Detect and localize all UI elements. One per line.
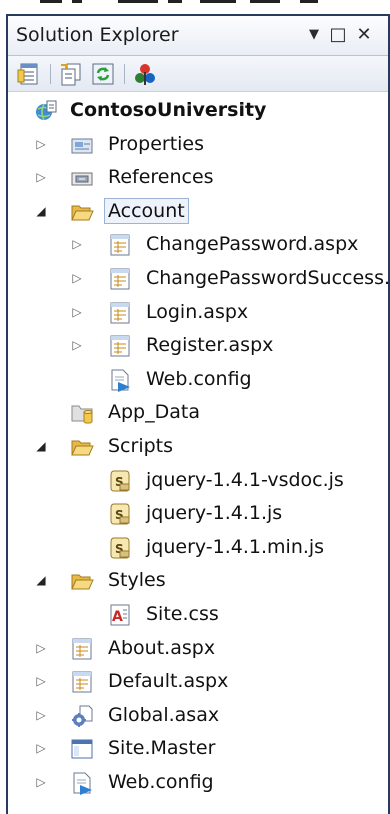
solution-explorer-panel: Solution Explorer ▼ □ ✕ ContosoUniversit… bbox=[6, 14, 390, 814]
screenshot-frame: Solution Explorer ▼ □ ✕ ContosoUniversit… bbox=[0, 0, 390, 814]
tree-item[interactable]: Web.config bbox=[8, 363, 388, 396]
tree-item-label: Account bbox=[104, 197, 189, 224]
tree-item[interactable]: Sjquery-1.4.1.min.js bbox=[8, 531, 388, 564]
tree-item-label: Web.config bbox=[146, 367, 252, 390]
global-asax-icon bbox=[70, 704, 94, 728]
tree-item-label: App_Data bbox=[108, 401, 200, 424]
panel-title-bar: Solution Explorer ▼ □ ✕ bbox=[8, 16, 388, 56]
tree-item-label: jquery-1.4.1.js bbox=[146, 502, 283, 525]
script-file-icon: S bbox=[108, 536, 132, 560]
dropdown-arrow-icon[interactable]: ▼ bbox=[304, 23, 324, 47]
refresh-icon bbox=[92, 63, 114, 85]
close-icon[interactable]: ✕ bbox=[354, 23, 374, 47]
class-view-icon bbox=[135, 64, 155, 85]
tree-item-label: Styles bbox=[108, 569, 166, 592]
app-data-folder-icon bbox=[70, 401, 94, 425]
tree-item[interactable]: ▷ ChangePassword.aspx bbox=[8, 228, 388, 261]
folder-open-icon bbox=[70, 200, 94, 224]
maximize-icon[interactable]: □ bbox=[328, 23, 348, 47]
css-file-icon: A bbox=[108, 603, 132, 627]
tree-item[interactable]: Sjquery-1.4.1-vsdoc.js bbox=[8, 464, 388, 497]
tree-item-label: Global.asax bbox=[108, 703, 220, 726]
tree-item-label: jquery-1.4.1-vsdoc.js bbox=[146, 468, 344, 491]
tree-item[interactable]: ▷ Site.Master bbox=[8, 732, 388, 765]
tree-item-label: Login.aspx bbox=[146, 300, 249, 323]
collapsed-arrow-icon[interactable]: ▷ bbox=[34, 708, 48, 722]
collapsed-arrow-icon[interactable]: ▷ bbox=[34, 674, 48, 688]
tree-item[interactable]: ◢ Scripts bbox=[8, 430, 388, 463]
aspx-page-icon bbox=[108, 334, 132, 358]
script-file-icon: S bbox=[108, 469, 132, 493]
tree-item[interactable]: A Site.css bbox=[8, 598, 388, 631]
tree-item[interactable]: ▷ Register.aspx bbox=[8, 329, 388, 362]
collapsed-arrow-icon[interactable]: ▷ bbox=[34, 641, 48, 655]
properties-button[interactable] bbox=[16, 61, 42, 87]
tree-item-label: jquery-1.4.1.min.js bbox=[146, 535, 325, 558]
tree-item-label: Scripts bbox=[108, 435, 174, 457]
collapsed-arrow-icon[interactable]: ▷ bbox=[70, 338, 84, 352]
script-file-icon: S bbox=[108, 502, 132, 526]
tree-item-label: Site.css bbox=[146, 603, 219, 625]
aspx-page-icon bbox=[108, 233, 132, 257]
properties-folder-icon bbox=[70, 133, 94, 157]
web-project-icon bbox=[34, 99, 58, 123]
expanded-arrow-icon[interactable]: ◢ bbox=[34, 204, 48, 218]
class-view-button[interactable] bbox=[132, 61, 158, 87]
panel-title: Solution Explorer bbox=[16, 24, 179, 46]
tree-item-label: ChangePassword.aspx bbox=[146, 233, 359, 256]
tree-item[interactable]: App_Data bbox=[8, 396, 388, 429]
tree-item[interactable]: ▷ Global.asax bbox=[8, 699, 388, 732]
tree-item-label: About.aspx bbox=[108, 636, 216, 659]
tree-item[interactable]: Sjquery-1.4.1.js bbox=[8, 497, 388, 530]
tree-item-label: References bbox=[108, 166, 214, 189]
toolbar-separator bbox=[50, 64, 51, 84]
folder-open-icon bbox=[70, 435, 94, 459]
expanded-arrow-icon[interactable]: ◢ bbox=[34, 573, 48, 587]
tree-item-label: Properties bbox=[108, 132, 205, 155]
tree-item[interactable]: ▷ Login.aspx bbox=[8, 296, 388, 329]
show-all-files-button[interactable] bbox=[58, 61, 84, 87]
tree-item-label: Default.aspx bbox=[108, 670, 229, 693]
aspx-page-icon bbox=[70, 637, 94, 661]
tree-item[interactable]: ▷ ChangePasswordSuccess.aspx bbox=[8, 262, 388, 295]
master-page-icon bbox=[70, 737, 94, 761]
refresh-button[interactable] bbox=[90, 61, 116, 87]
expanded-arrow-icon[interactable]: ◢ bbox=[34, 439, 48, 453]
folder-open-icon bbox=[70, 569, 94, 593]
collapsed-arrow-icon[interactable]: ▷ bbox=[34, 137, 48, 151]
collapsed-arrow-icon[interactable]: ▷ bbox=[34, 775, 48, 789]
tree-root-row[interactable]: ContosoUniversity bbox=[8, 94, 388, 127]
show-all-files-icon bbox=[61, 63, 81, 86]
solution-tree: ContosoUniversity ▷ Properties ▷ References… bbox=[8, 94, 388, 814]
collapsed-arrow-icon[interactable]: ▷ bbox=[34, 170, 48, 184]
collapsed-arrow-icon[interactable]: ▷ bbox=[70, 237, 84, 251]
config-file-icon bbox=[70, 771, 94, 795]
config-file-icon bbox=[108, 368, 132, 392]
toolbar-separator bbox=[124, 64, 125, 84]
aspx-page-icon bbox=[108, 267, 132, 291]
collapsed-arrow-icon[interactable]: ▷ bbox=[34, 741, 48, 755]
collapsed-arrow-icon[interactable]: ▷ bbox=[70, 271, 84, 285]
aspx-page-icon bbox=[108, 301, 132, 325]
tree-item-label: ChangePasswordSuccess.aspx bbox=[146, 267, 388, 289]
tree-item-label: Register.aspx bbox=[146, 334, 274, 357]
tree-item-label: Site.Master bbox=[108, 737, 216, 760]
svg-text:A: A bbox=[112, 609, 123, 625]
top-edge bbox=[0, 0, 390, 14]
tree-item[interactable]: ◢ Account bbox=[8, 195, 388, 228]
tree-item[interactable]: ◢ Styles bbox=[8, 564, 388, 597]
tree-item[interactable]: ▷ Default.aspx bbox=[8, 665, 388, 698]
project-name: ContosoUniversity bbox=[70, 99, 267, 121]
tree-item[interactable]: ▷ About.aspx bbox=[8, 632, 388, 665]
tree-item-label: Web.config bbox=[108, 771, 214, 793]
tree-item[interactable]: ▷ Web.config bbox=[8, 766, 388, 799]
tree-item[interactable]: ▷ References bbox=[8, 161, 388, 194]
toolbar bbox=[8, 56, 388, 92]
properties-icon bbox=[17, 63, 38, 85]
references-icon bbox=[70, 166, 94, 190]
tree-item[interactable]: ▷ Properties bbox=[8, 128, 388, 161]
collapsed-arrow-icon[interactable]: ▷ bbox=[70, 305, 84, 319]
aspx-page-icon bbox=[70, 670, 94, 694]
